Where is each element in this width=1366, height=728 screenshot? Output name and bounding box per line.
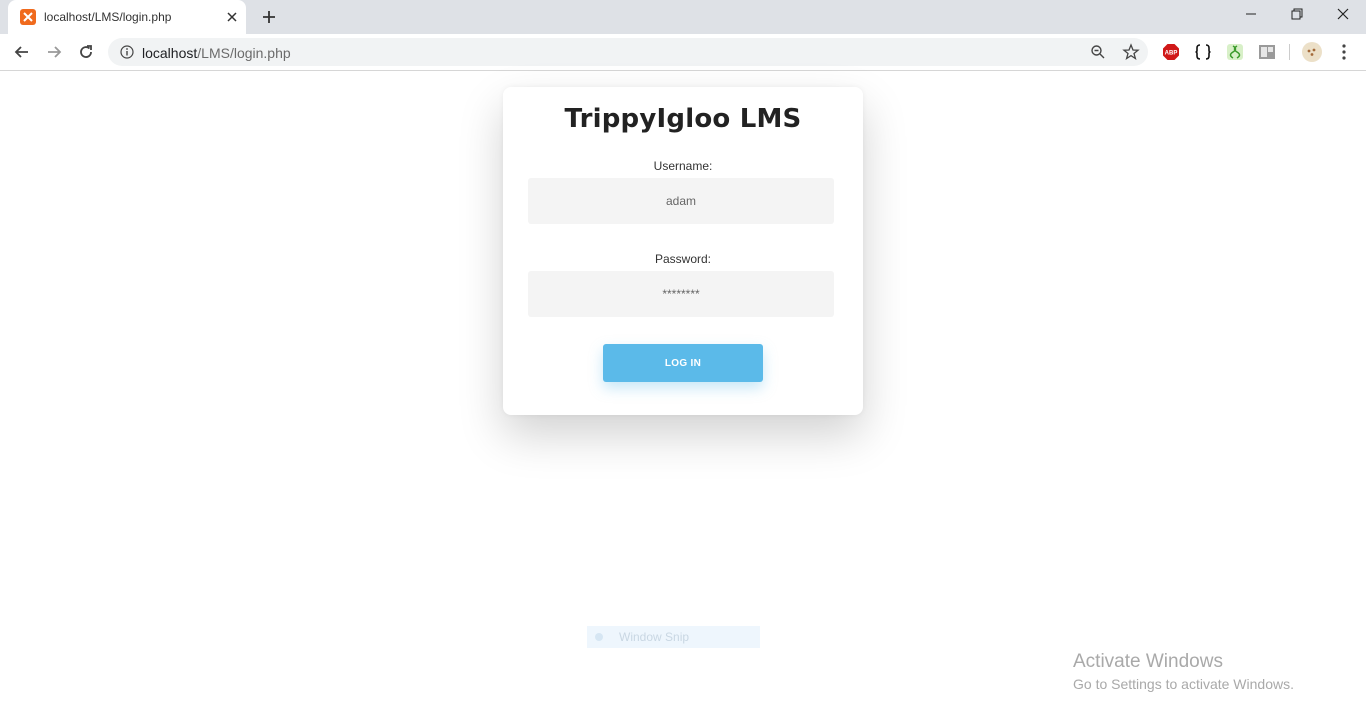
tab-strip: localhost/LMS/login.php: [0, 0, 1366, 34]
zoom-icon[interactable]: [1090, 44, 1106, 60]
json-viewer-icon[interactable]: [1194, 43, 1212, 61]
tab-title: localhost/LMS/login.php: [44, 10, 172, 24]
snip-icon: [595, 633, 603, 641]
activate-windows-title: Activate Windows: [1073, 651, 1223, 672]
xampp-favicon-icon: [20, 9, 36, 25]
url-path: /LMS/login.php: [197, 45, 291, 61]
browser-tab[interactable]: localhost/LMS/login.php: [8, 0, 246, 34]
snip-label: Window Snip: [619, 630, 690, 644]
restore-icon[interactable]: [1274, 0, 1320, 30]
window-close-icon[interactable]: [1320, 0, 1366, 30]
password-field[interactable]: [528, 271, 834, 317]
green-extension-icon[interactable]: [1226, 43, 1244, 61]
bookmark-star-icon[interactable]: [1122, 43, 1140, 61]
browser-toolbar: localhost/LMS/login.php ABP: [0, 34, 1366, 71]
reload-icon[interactable]: [76, 42, 96, 62]
url-host: localhost: [142, 45, 198, 61]
tab-close-icon[interactable]: [224, 9, 240, 25]
window-snip-overlay: Window Snip: [587, 626, 760, 648]
activate-windows-subtitle: Go to Settings to activate Windows.: [1073, 676, 1294, 692]
back-arrow-icon[interactable]: [12, 42, 32, 62]
login-button[interactable]: LOG IN: [603, 344, 763, 382]
new-tab-icon[interactable]: [260, 8, 278, 26]
password-label: Password:: [654, 252, 712, 266]
address-bar[interactable]: localhost/LMS/login.php: [108, 38, 1148, 66]
login-card: TrippyIgloo LMS Username: Password: LOG …: [503, 87, 863, 415]
info-icon[interactable]: [120, 45, 134, 59]
forward-arrow-icon[interactable]: [44, 42, 64, 62]
page-title: TrippyIgloo LMS: [564, 104, 802, 134]
toolbar-separator: [1289, 44, 1290, 60]
svg-text:ABP: ABP: [1165, 51, 1178, 57]
profile-avatar-icon[interactable]: [1302, 42, 1322, 62]
username-label: Username:: [653, 159, 713, 173]
browser-menu-icon[interactable]: [1336, 42, 1352, 62]
username-field[interactable]: [528, 178, 834, 224]
minimize-icon[interactable]: [1228, 0, 1274, 30]
gray-extension-icon[interactable]: [1258, 43, 1276, 61]
adblock-plus-icon[interactable]: ABP: [1162, 43, 1180, 61]
url-text: localhost/LMS/login.php: [142, 45, 291, 61]
